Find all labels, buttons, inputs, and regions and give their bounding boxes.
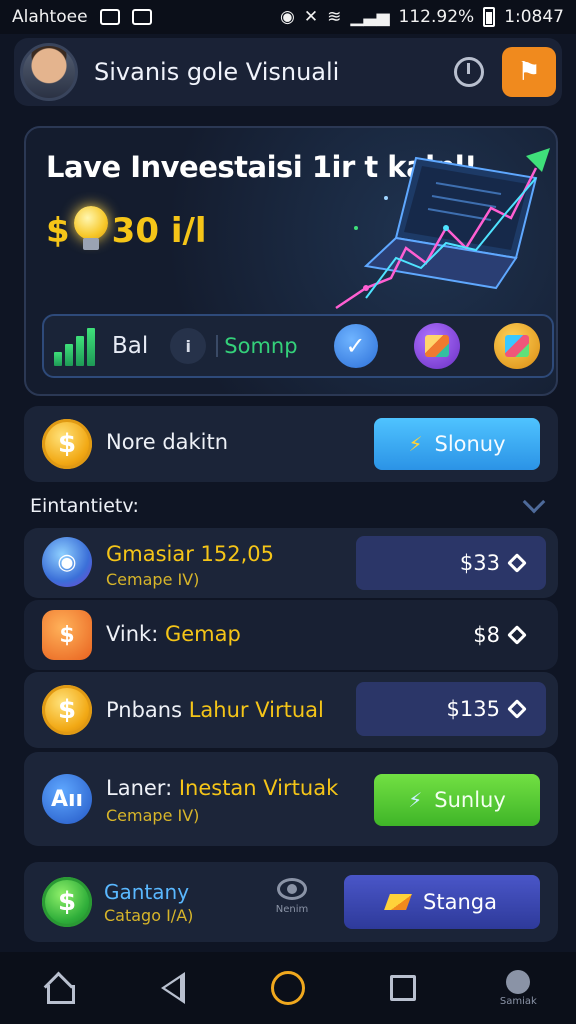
list-item-title: Laner: Inestan Virtuak — [106, 776, 339, 800]
page-title: Sivanis gole Visnuali — [94, 58, 340, 86]
status-bar: Alahtoee ◉ ✕ ≋ ▁▃▅ 112.92% 1:0847 — [0, 0, 576, 34]
dollar-green-icon: $ — [42, 877, 92, 927]
summary-action-label: Slonuy — [434, 432, 506, 456]
wifi-icon: ≋ — [327, 7, 342, 27]
diamond-icon — [507, 553, 527, 573]
mute-icon: ✕ — [303, 7, 319, 27]
section-title: Eintantietv: — [30, 495, 139, 517]
amount-prefix: $ — [46, 211, 70, 251]
check-badge-icon[interactable]: ✓ — [333, 324, 378, 368]
globe-icon: ◉ — [42, 537, 92, 587]
price-button[interactable]: $8 — [356, 608, 546, 662]
bottom-card-title: Gantany — [104, 880, 190, 904]
price-value: $135 — [446, 697, 500, 721]
hero-amount: $ 30 i/l — [46, 206, 207, 256]
badge-coin-icon: $ — [42, 610, 92, 660]
invest-action-button[interactable]: ⚡ Sunluy — [374, 774, 540, 826]
summary-action-button[interactable]: ⚡ Slonuy — [374, 418, 540, 470]
balance-label: Bal — [112, 333, 149, 359]
list-item-title: Gmasiar 152,05 — [106, 542, 275, 566]
home-circle-icon — [270, 971, 305, 1005]
list-item[interactable]: $ Vink: Gemap $8 — [24, 600, 558, 670]
nav-back[interactable] — [143, 958, 203, 1018]
list-item-title: Vink: Gemap — [106, 622, 241, 646]
list-item[interactable]: $ Pnbans Lahur Virtual $135 — [24, 672, 558, 748]
bell-icon: ⚑ — [517, 57, 541, 87]
nav-recents[interactable] — [373, 958, 433, 1018]
cube-purple-icon[interactable] — [413, 323, 460, 369]
bottom-action-button[interactable]: Stanga — [344, 875, 540, 929]
bottom-card: $ Gantany Catago I/A) Nenim Stanga — [24, 862, 558, 942]
price-value: $33 — [459, 551, 500, 575]
bottom-action-label: Stanga — [423, 890, 497, 914]
eye-icon — [277, 878, 307, 900]
notification-button[interactable]: ⚑ — [502, 47, 556, 97]
summary-card: $ Nore dakitn ⚡ Slonuy — [24, 406, 558, 482]
summary-label: Nore dakitn — [106, 430, 229, 454]
nav-profile[interactable]: Samiak — [488, 958, 548, 1018]
app-header: Sivanis gole Visnuali ⚑ — [14, 38, 562, 106]
battery-percent: 112.92% — [398, 7, 475, 27]
carrier-label: Alahtoee — [12, 7, 88, 27]
bolt-icon: ⚡ — [408, 788, 423, 812]
bar-chart-icon — [54, 326, 100, 366]
nav-home[interactable] — [28, 958, 88, 1018]
list-item-subtitle: Cemape IV) — [106, 570, 200, 589]
clock-time: 1:0847 — [504, 7, 564, 27]
price-button[interactable]: $33 — [356, 536, 546, 590]
section-header: Eintantietv: — [30, 490, 550, 520]
lightbulb-icon — [72, 206, 110, 256]
eye-widget[interactable]: Nenim — [270, 878, 314, 915]
list-item[interactable]: ◉ Gmasiar 152,05 Cemape IV) $33 — [24, 528, 558, 598]
system-nav-bar: Samiak — [0, 952, 576, 1024]
price-button[interactable]: $135 — [356, 682, 546, 736]
laptop-chart-illustration — [335, 148, 550, 310]
avatar[interactable] — [20, 43, 78, 101]
bottom-card-subtitle: Catago I/A) — [104, 906, 194, 925]
eye-label: Nenim — [275, 904, 309, 915]
bolt-icon: ⚡ — [408, 432, 423, 456]
recents-icon — [390, 975, 417, 1001]
nav-center[interactable] — [258, 958, 318, 1018]
dollar-coin-icon: $ — [42, 419, 92, 469]
hero-stats-bar: Bal i Somnp ✓ — [42, 314, 554, 378]
diamond-icon — [507, 625, 527, 645]
info-pill[interactable]: i — [170, 328, 207, 364]
invest-action-label: Sunluy — [434, 788, 506, 812]
alarm-icon: ◉ — [279, 7, 295, 27]
savings-label[interactable]: Somnp — [224, 334, 297, 358]
message-icon — [99, 9, 120, 25]
cube-gold-icon[interactable] — [493, 323, 540, 369]
chevron-down-icon[interactable] — [522, 490, 546, 514]
coin-stack-icon: $ — [42, 685, 92, 735]
list-item-subtitle: Cemape IV) — [106, 806, 200, 825]
battery-icon — [483, 7, 496, 27]
clock-icon[interactable] — [454, 57, 484, 87]
investment-hero-card: Lave Inveestaisi 1ir t kalnl! $ 30 i/l B… — [24, 126, 558, 396]
price-value: $8 — [473, 623, 500, 647]
profile-label: Samiak — [499, 995, 537, 1007]
list-item-title: Pnbans Lahur Virtual — [106, 698, 324, 722]
home-icon — [44, 975, 75, 1004]
app-icon: Aıı — [42, 774, 92, 824]
amount-value: 30 i/l — [111, 211, 207, 251]
back-icon — [160, 972, 185, 1004]
diamond-icon — [507, 699, 527, 719]
mail-icon — [131, 9, 152, 25]
divider — [216, 335, 219, 357]
profile-icon — [506, 969, 531, 994]
pencil-icon — [384, 894, 412, 910]
signal-icon: ▁▃▅ — [350, 7, 390, 27]
list-item[interactable]: Aıı Laner: Inestan Virtuak Cemape IV) ⚡ … — [24, 752, 558, 846]
